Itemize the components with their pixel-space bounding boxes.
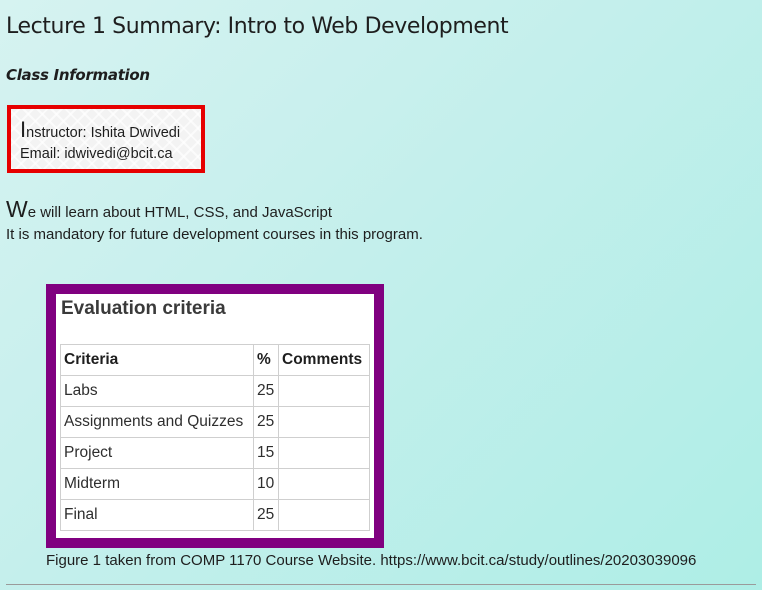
course-intro: We will learn about HTML, CSS, and JavaS… (6, 198, 423, 246)
table-row: Final 25 (60, 499, 370, 531)
percent-cell: 25 (253, 375, 279, 407)
percent-cell: 25 (253, 406, 279, 438)
class-information-heading: Class Information (6, 66, 150, 84)
bottom-divider (6, 584, 756, 585)
column-header-comments: Comments (278, 344, 370, 376)
evaluation-heading: Evaluation criteria (61, 298, 226, 319)
criteria-cell: Project (60, 437, 254, 469)
instructor-text: nstructor: Ishita Dwivedi (26, 125, 181, 141)
criteria-cell: Final (60, 499, 254, 531)
intro-line-1: We will learn about HTML, CSS, and JavaS… (6, 198, 423, 224)
table-row: Midterm 10 (60, 468, 370, 500)
evaluation-figure: Evaluation criteria Criteria % Comments … (46, 284, 384, 548)
comments-cell (278, 406, 370, 438)
comments-cell (278, 468, 370, 500)
table-row: Labs 25 (60, 375, 370, 407)
criteria-cell: Labs (60, 375, 254, 407)
percent-cell: 15 (253, 437, 279, 469)
intro-dropcap: W (6, 196, 28, 222)
intro-line-1-text: e will learn about HTML, CSS, and JavaSc… (27, 204, 333, 221)
column-header-criteria: Criteria (60, 344, 254, 376)
table-row: Project 15 (60, 437, 370, 469)
page-title: Lecture 1 Summary: Intro to Web Developm… (6, 14, 509, 39)
class-info-box: Instructor: Ishita Dwivedi Email: idwive… (7, 105, 205, 173)
comments-cell (278, 437, 370, 469)
email-line: Email: idwivedi@bcit.ca (20, 146, 173, 162)
criteria-cell: Midterm (60, 468, 254, 500)
percent-cell: 25 (253, 499, 279, 531)
criteria-cell: Assignments and Quizzes (60, 406, 254, 438)
table-header-row: Criteria % Comments (60, 344, 370, 376)
figure-caption: Figure 1 taken from COMP 1170 Course Web… (46, 552, 697, 569)
intro-line-2: It is mandatory for future development c… (6, 226, 423, 243)
comments-cell (278, 375, 370, 407)
table-row: Assignments and Quizzes 25 (60, 406, 370, 438)
evaluation-table: Criteria % Comments Labs 25 Assignments … (60, 344, 370, 531)
column-header-percent: % (253, 344, 279, 376)
percent-cell: 10 (253, 468, 279, 500)
comments-cell (278, 499, 370, 531)
instructor-line: Instructor: Ishita Dwivedi (20, 119, 201, 144)
